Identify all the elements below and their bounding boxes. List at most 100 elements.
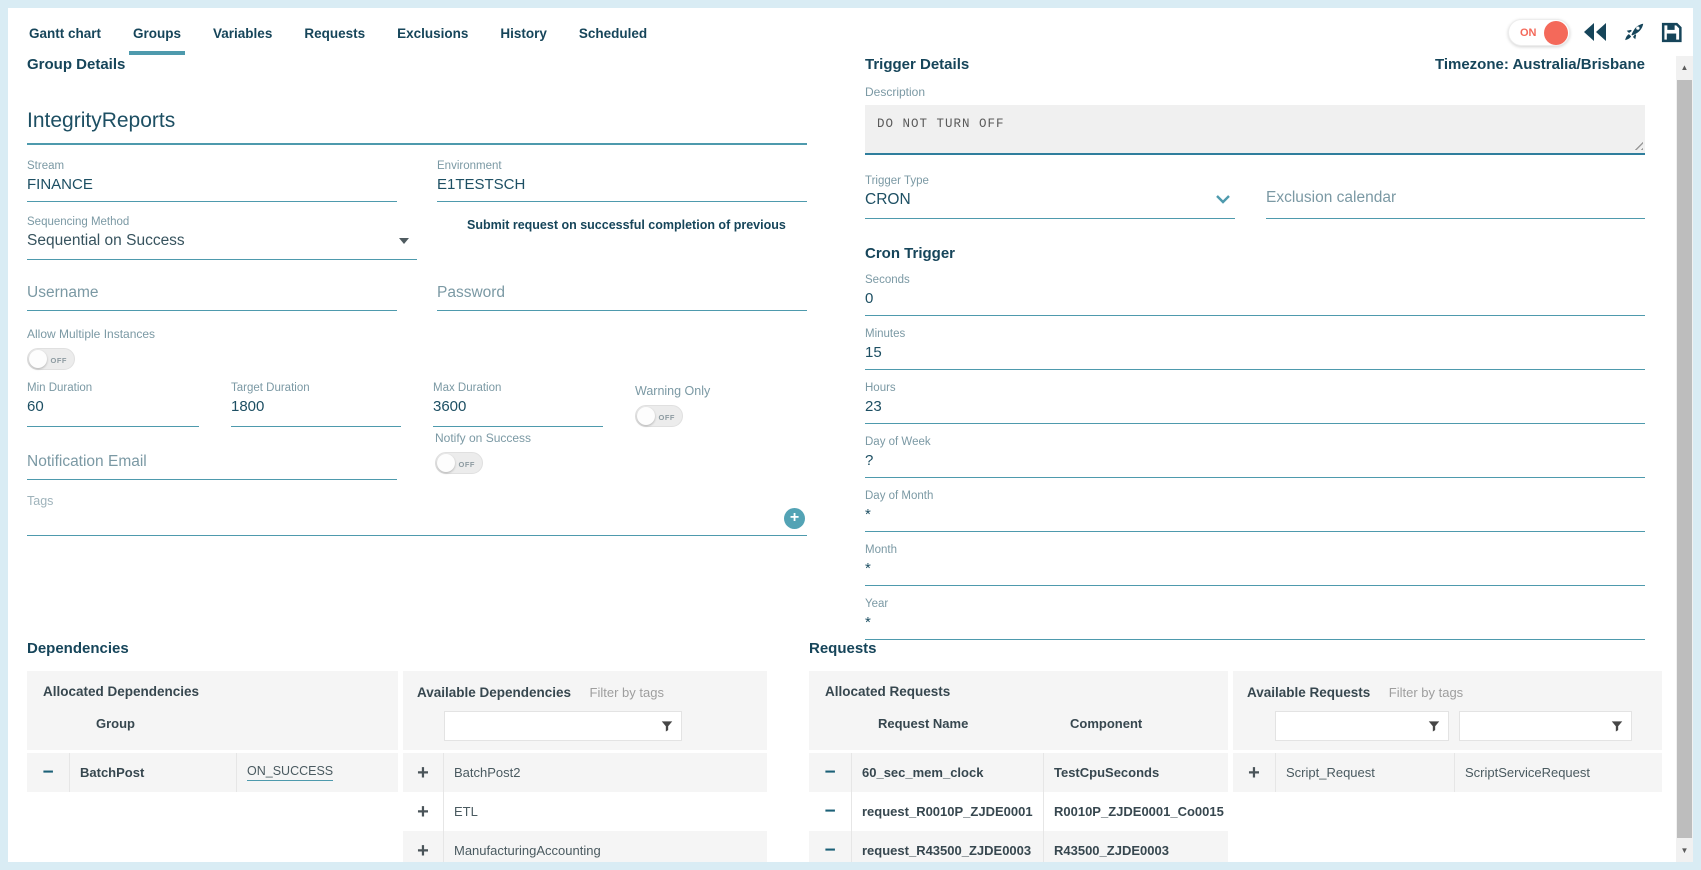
cron-day-of-month-label: Day of Month [865, 490, 1645, 502]
add-dependency-button[interactable]: + [403, 753, 444, 792]
request-name-cell: request_R43500_ZJDE0003 [852, 831, 1044, 862]
timezone-label: Timezone: Australia/Brisbane [1435, 56, 1645, 73]
save-icon [1659, 20, 1684, 45]
cron-month-field[interactable]: Month * [865, 544, 1645, 586]
minus-icon: − [42, 763, 53, 782]
max-duration-field[interactable]: Max Duration 3600 [433, 382, 603, 427]
scroll-up-arrow-icon[interactable]: ▲ [1676, 59, 1693, 76]
tab-exclusions[interactable]: Exclusions [395, 10, 470, 55]
cron-day-of-week-label: Day of Week [865, 436, 1645, 448]
cron-minutes-field[interactable]: Minutes 15 [865, 328, 1645, 370]
stream-field[interactable]: Stream FINANCE [27, 160, 397, 202]
description-value: DO NOT TURN OFF [877, 117, 1633, 131]
environment-field[interactable]: Environment E1TESTSCH [437, 160, 807, 202]
allocated-request-row: − request_R43500_ZJDE0003 R43500_ZJDE000… [809, 831, 1228, 862]
tags-input[interactable]: Tags + [27, 492, 807, 536]
notification-email-placeholder: Notification Email [27, 453, 397, 479]
dependencies-filter-input[interactable] [444, 711, 682, 741]
remove-request-button[interactable]: − [809, 792, 852, 831]
trigger-type-value: CRON [865, 191, 911, 209]
group-name-input[interactable]: IntegrityReports [27, 93, 807, 145]
cron-minutes-label: Minutes [865, 328, 1645, 340]
navbar-controls: ON [1508, 8, 1684, 56]
trigger-type-select[interactable]: Trigger Type CRON [865, 175, 1235, 219]
allow-multiple-instances-toggle[interactable]: OFF [27, 348, 75, 370]
remove-request-button[interactable]: − [809, 753, 852, 792]
allow-multiple-instances-label: Allow Multiple Instances [27, 327, 807, 341]
add-dependency-button[interactable]: + [403, 792, 444, 831]
filter-funnel-icon [1610, 719, 1624, 733]
request-component-filter-input[interactable] [1459, 711, 1633, 741]
available-requests-title: Available Requests [1247, 685, 1370, 700]
rewind-button[interactable] [1582, 19, 1608, 45]
cron-trigger-title: Cron Trigger [865, 245, 1645, 262]
scrollbar-thumb[interactable] [1677, 80, 1692, 838]
max-duration-value: 3600 [433, 398, 603, 423]
plus-icon: + [790, 509, 799, 526]
sequencing-method-value: Sequential on Success [27, 232, 185, 250]
warning-only-toggle[interactable]: OFF [635, 405, 683, 427]
scroll-down-arrow-icon[interactable]: ▼ [1676, 842, 1693, 859]
save-button[interactable] [1658, 19, 1684, 45]
enabled-toggle[interactable]: ON [1508, 19, 1570, 46]
description-textarea[interactable]: DO NOT TURN OFF [865, 105, 1645, 155]
minus-icon: − [824, 763, 835, 782]
warning-only-label: Warning Only [635, 384, 807, 398]
add-request-button[interactable]: + [1233, 753, 1276, 792]
min-duration-value: 60 [27, 398, 199, 423]
request-component-cell: R43500_ZJDE0003 [1044, 831, 1228, 862]
minus-icon: − [824, 841, 835, 860]
min-duration-field[interactable]: Min Duration 60 [27, 382, 199, 427]
description-label: Description [865, 85, 1645, 99]
dependencies-section: Dependencies Allocated Dependencies Grou… [27, 640, 767, 862]
cron-hours-field[interactable]: Hours 23 [865, 382, 1645, 424]
rocket-icon [1621, 20, 1646, 45]
remove-dependency-button[interactable]: − [27, 753, 70, 792]
available-dependencies-title: Available Dependencies [417, 685, 571, 700]
exclusion-calendar-input[interactable]: Exclusion calendar [1266, 175, 1645, 219]
group-details-title: Group Details [27, 56, 807, 73]
run-now-button[interactable] [1620, 19, 1646, 45]
request-name-filter-input[interactable] [1275, 711, 1449, 741]
chevron-down-icon [1215, 194, 1231, 204]
resize-handle[interactable] [1633, 140, 1643, 150]
request-name-cell: 60_sec_mem_clock [852, 753, 1044, 792]
tab-requests[interactable]: Requests [302, 10, 367, 55]
dependency-condition-select[interactable]: ON_SUCCESS [247, 764, 333, 781]
available-request-row: + Script_Request ScriptServiceRequest [1233, 753, 1662, 792]
requests-section: Requests Allocated Requests Request Name… [809, 640, 1662, 862]
cron-seconds-field[interactable]: Seconds 0 [865, 274, 1645, 316]
notify-on-success-toggle[interactable]: OFF [435, 452, 483, 474]
dependency-group-cell: BatchPost [70, 753, 237, 792]
trigger-details-title: Trigger Details [865, 56, 969, 73]
tab-scheduled[interactable]: Scheduled [577, 10, 649, 55]
tab-variables[interactable]: Variables [211, 10, 274, 55]
cron-seconds-label: Seconds [865, 274, 1645, 286]
sequencing-method-select[interactable]: Sequencing Method Sequential on Success [27, 216, 417, 260]
remove-request-button[interactable]: − [809, 831, 852, 862]
target-duration-field[interactable]: Target Duration 1800 [231, 382, 401, 427]
sequencing-method-label: Sequencing Method [27, 216, 417, 228]
allocated-dependencies-title: Allocated Dependencies [43, 684, 398, 699]
password-input[interactable]: Password [437, 284, 807, 311]
cron-day-of-week-field[interactable]: Day of Week ? [865, 436, 1645, 478]
allocated-request-row: − 60_sec_mem_clock TestCpuSeconds [809, 753, 1228, 792]
fast-rewind-icon [1582, 21, 1608, 43]
username-input[interactable]: Username [27, 284, 397, 311]
top-navbar: Gantt chart Groups Variables Requests Ex… [8, 8, 1693, 56]
tab-groups[interactable]: Groups [131, 10, 183, 55]
password-placeholder: Password [437, 284, 807, 310]
tab-history[interactable]: History [498, 10, 549, 55]
request-component-cell: R0010P_ZJDE0001_Co0015 [1044, 792, 1228, 831]
notification-email-input[interactable]: Notification Email [27, 453, 397, 480]
cron-day-of-month-field[interactable]: Day of Month * [865, 490, 1645, 532]
vertical-scrollbar[interactable]: ▲ ▼ [1676, 56, 1693, 862]
filter-funnel-icon [660, 719, 674, 733]
add-tag-button[interactable]: + [784, 508, 805, 529]
toggle-knob [29, 350, 47, 368]
cron-year-field[interactable]: Year * [865, 598, 1645, 640]
app-frame: Gantt chart Groups Variables Requests Ex… [0, 0, 1701, 870]
tab-gantt-chart[interactable]: Gantt chart [27, 10, 103, 55]
toggle-state: OFF [459, 460, 476, 469]
add-dependency-button[interactable]: + [403, 831, 444, 862]
